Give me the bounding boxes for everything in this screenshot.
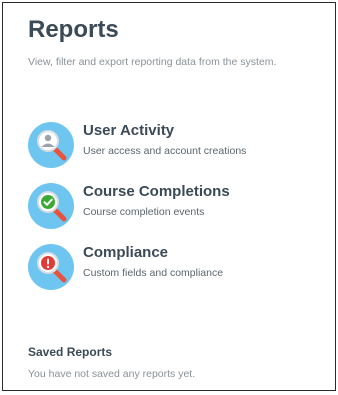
report-description: User access and account creations <box>83 145 247 157</box>
page-subtitle: View, filter and export reporting data f… <box>28 56 277 68</box>
check-search-icon <box>28 183 74 229</box>
report-name: Course Completions <box>83 183 230 200</box>
report-description: Course completion events <box>83 206 205 218</box>
report-name: User Activity <box>83 122 175 139</box>
report-item-compliance[interactable]: Compliance Custom fields and compliance <box>28 244 318 290</box>
page-title: Reports <box>28 16 119 43</box>
report-item-user-activity[interactable]: User Activity User access and account cr… <box>28 122 318 168</box>
report-item-course-completions[interactable]: Course Completions Course completion eve… <box>28 183 318 229</box>
saved-reports-heading: Saved Reports <box>28 345 113 359</box>
saved-reports-empty-message: You have not saved any reports yet. <box>28 368 196 380</box>
alert-search-icon <box>28 244 74 290</box>
report-description: Custom fields and compliance <box>83 267 224 279</box>
user-search-icon <box>28 122 74 168</box>
report-name: Compliance <box>83 244 169 261</box>
reports-panel: Reports View, filter and export reportin… <box>2 2 336 391</box>
